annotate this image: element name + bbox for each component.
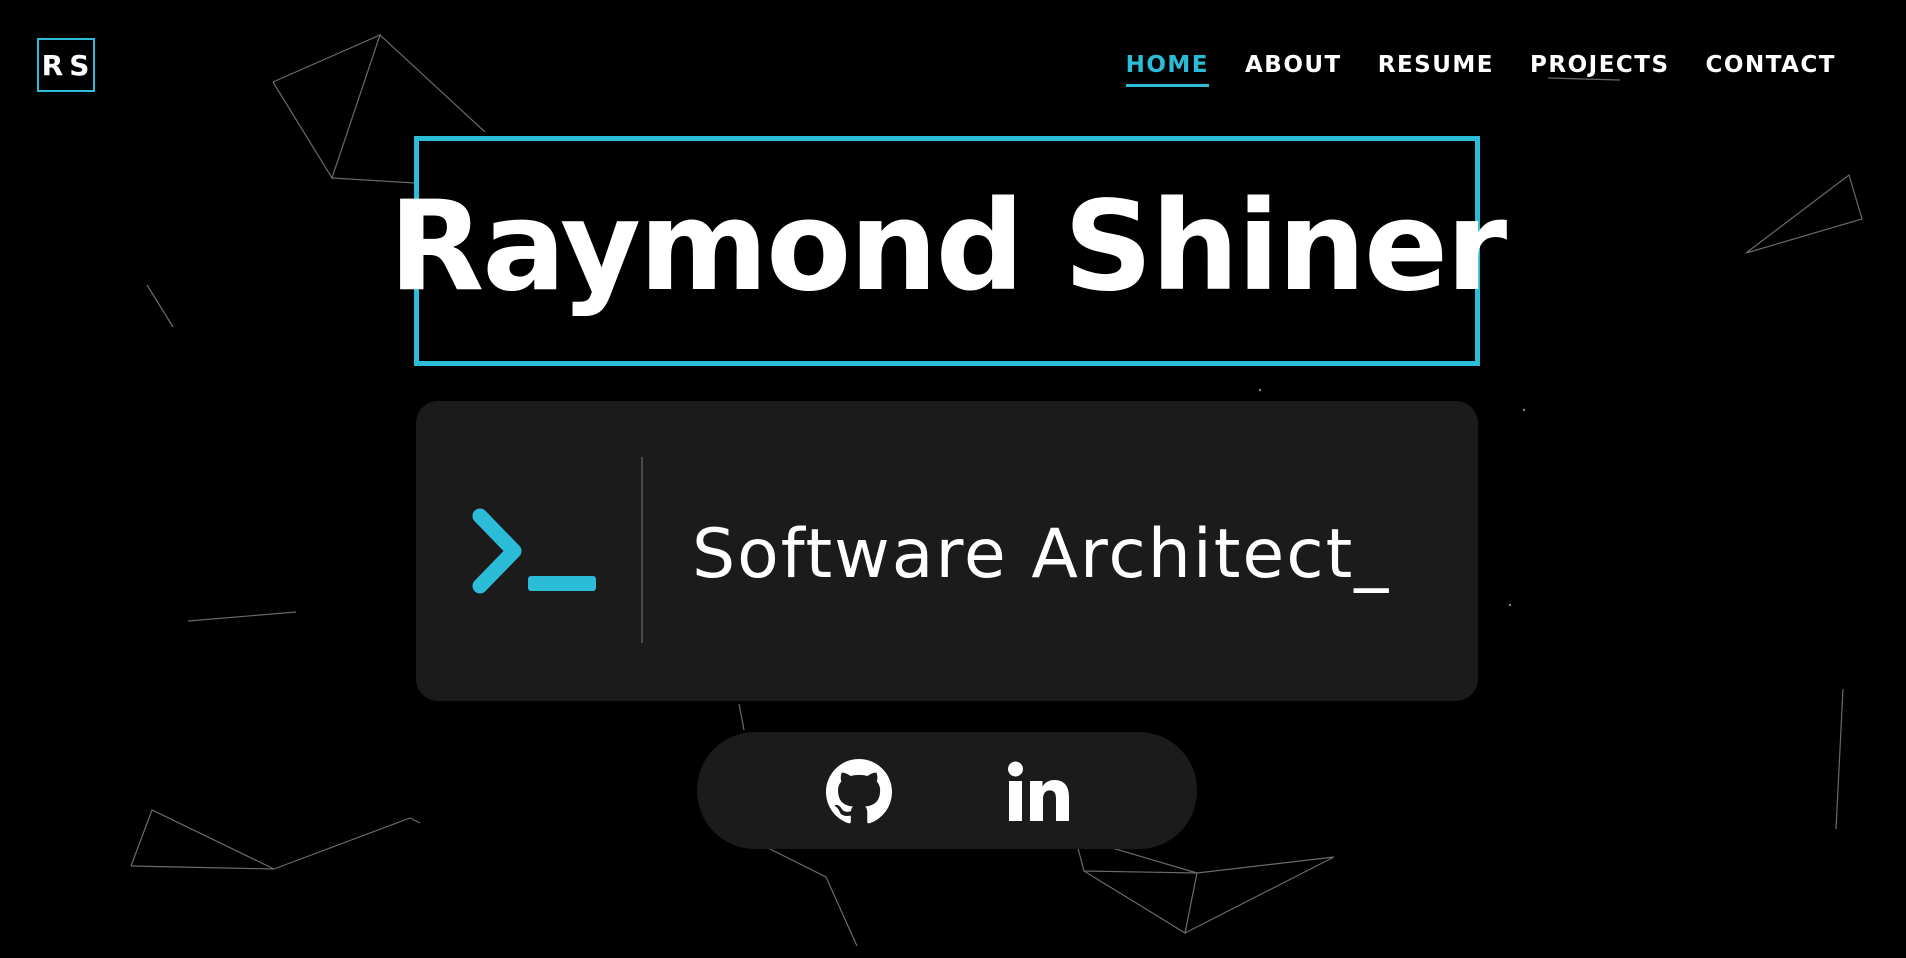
nav-contact[interactable]: CONTACT [1706,52,1836,87]
main-nav: HOME ABOUT RESUME PROJECTS CONTACT [1125,52,1836,87]
nav-about[interactable]: ABOUT [1245,52,1342,87]
github-icon [826,759,892,824]
nav-resume[interactable]: RESUME [1378,52,1494,87]
terminal-prompt-icon [472,508,596,594]
github-link[interactable] [823,756,895,828]
linkedin-icon [1008,761,1069,821]
role-card: Software Architect_ [416,401,1478,701]
hero-name-box: Raymond Shiner [389,136,1507,366]
linkedin-link[interactable] [1003,756,1075,828]
logo-text: RS [41,48,96,82]
nav-projects[interactable]: PROJECTS [1530,52,1670,87]
hero-name: Raymond Shiner [388,175,1507,319]
social-links [697,732,1197,849]
role-divider [641,457,643,643]
nav-home[interactable]: HOME [1125,52,1209,87]
hero-role: Software Architect_ [692,515,1391,594]
site-logo[interactable]: RS [37,38,95,92]
